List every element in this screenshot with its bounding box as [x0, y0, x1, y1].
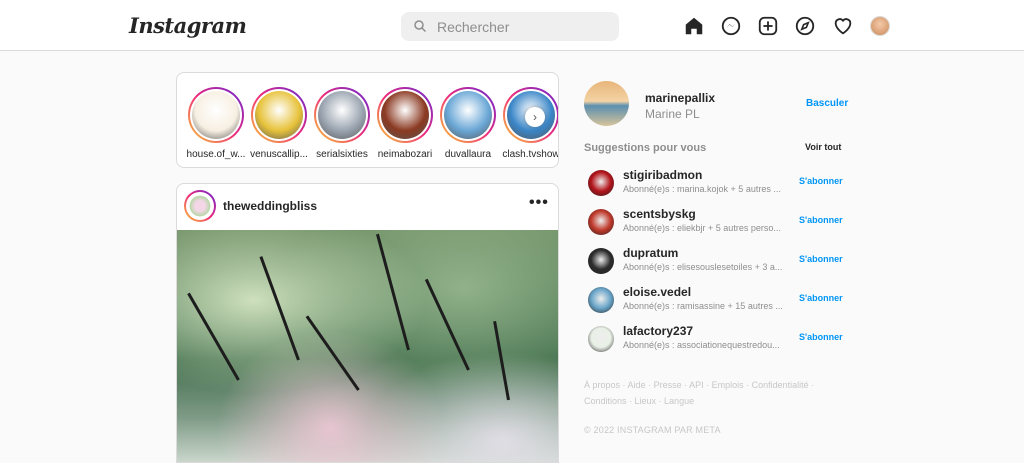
story-item[interactable]: house.of_w... [184, 87, 248, 160]
suggestion-followers: Abonné(e)s : elisesouslesetoiles + 3 a..… [623, 262, 783, 272]
story-username: house.of_w... [186, 149, 246, 160]
new-post-icon[interactable] [757, 15, 779, 37]
footer-link[interactable]: Emplois [712, 380, 744, 390]
search-input[interactable] [437, 17, 607, 36]
story-username: venuscallip... [250, 149, 308, 160]
messenger-icon[interactable] [720, 15, 742, 37]
instagram-logo[interactable]: Instagram [129, 13, 247, 38]
follow-button[interactable]: S'abonner [799, 293, 843, 303]
copyright: © 2022 INSTAGRAM PAR META [584, 425, 721, 435]
story-item[interactable]: neimabozari [373, 87, 437, 160]
decor-stick [259, 256, 300, 361]
stories-next-button[interactable]: › [525, 107, 545, 127]
post-header: theweddingbliss ••• [177, 184, 558, 230]
follow-button[interactable]: S'abonner [799, 176, 843, 186]
top-navigation-bar: Instagram [0, 0, 1024, 51]
decor-stick [375, 233, 410, 351]
suggestion-followers: Abonné(e)s : associationequestredou... [623, 340, 780, 350]
footer-link[interactable]: Presse [654, 380, 682, 390]
suggestion-avatar[interactable] [588, 209, 614, 235]
explore-icon[interactable] [794, 15, 816, 37]
decor-stick [305, 315, 360, 391]
suggestion-row: stigiribadmon Abonné(e)s : marina.kojok +… [584, 168, 846, 204]
follow-button[interactable]: S'abonner [799, 215, 843, 225]
story-item[interactable]: duvallaura [436, 87, 500, 160]
decor-stick [424, 278, 470, 371]
suggestion-username[interactable]: stigiribadmon [623, 168, 702, 182]
follow-button[interactable]: S'abonner [799, 332, 843, 342]
post-author-username[interactable]: theweddingbliss [223, 199, 317, 213]
suggestion-username[interactable]: lafactory237 [623, 324, 693, 338]
footer-link[interactable]: À propos [584, 380, 620, 390]
feed-post: theweddingbliss ••• [176, 183, 559, 463]
home-icon[interactable] [683, 15, 705, 37]
current-user-fullname: Marine PL [645, 107, 700, 121]
suggestion-row: eloise.vedel Abonné(e)s : ramisassine + 1… [584, 285, 846, 321]
suggestion-row: dupratum Abonné(e)s : elisesouslesetoiles… [584, 246, 846, 282]
suggestion-avatar[interactable] [588, 287, 614, 313]
footer-link[interactable]: Conditions [584, 396, 627, 406]
story-username: neimabozari [377, 149, 433, 160]
suggestion-followers: Abonné(e)s : marina.kojok + 5 autres ... [623, 184, 781, 194]
post-image[interactable] [177, 230, 558, 462]
story-username: clash.tvshow [502, 149, 559, 160]
footer-link[interactable]: Langue [664, 396, 694, 406]
story-avatar [192, 91, 240, 139]
story-avatar [318, 91, 366, 139]
suggestion-followers: Abonné(e)s : eliekbjr + 5 autres perso..… [623, 223, 781, 233]
story-avatar [381, 91, 429, 139]
footer-link[interactable]: Aide [628, 380, 646, 390]
see-all-link[interactable]: Voir tout [805, 142, 841, 152]
suggestion-username[interactable]: dupratum [623, 246, 678, 260]
story-avatar [255, 91, 303, 139]
stories-tray: house.of_w... venuscallip... serialsixties… [176, 72, 559, 168]
post-author-avatar[interactable] [184, 190, 216, 222]
decor-stick [187, 292, 240, 381]
footer-link[interactable]: Confidentialité [752, 380, 809, 390]
suggestion-row: lafactory237 Abonné(e)s : associationeque… [584, 324, 846, 360]
suggestion-row: scentsbyskg Abonné(e)s : eliekbjr + 5 aut… [584, 207, 846, 243]
switch-account-button[interactable]: Basculer [806, 98, 848, 109]
decor-stick [493, 320, 510, 401]
story-item[interactable]: serialsixties [310, 87, 374, 160]
activity-icon[interactable] [832, 15, 854, 37]
story-item[interactable]: venuscallip... [247, 87, 311, 160]
suggestion-username[interactable]: scentsbyskg [623, 207, 696, 221]
suggestion-avatar[interactable] [588, 170, 614, 196]
current-user-avatar[interactable] [584, 81, 629, 126]
current-user-username[interactable]: marinepallix [645, 91, 715, 105]
more-options-icon[interactable]: ••• [529, 195, 549, 214]
footer-link[interactable]: API [689, 380, 704, 390]
search-box[interactable] [401, 12, 619, 41]
search-icon [414, 20, 426, 32]
suggestion-username[interactable]: eloise.vedel [623, 285, 691, 299]
suggestions-title: Suggestions pour vous [584, 142, 707, 154]
story-avatar [444, 91, 492, 139]
suggestion-avatar[interactable] [588, 326, 614, 352]
footer-links: À propos · Aide · Presse · API · Emplois… [584, 380, 815, 406]
profile-avatar[interactable] [870, 16, 890, 36]
story-username: duvallaura [444, 149, 492, 160]
footer-link[interactable]: Lieux [635, 396, 657, 406]
story-username: serialsixties [316, 149, 368, 160]
follow-button[interactable]: S'abonner [799, 254, 843, 264]
suggestion-followers: Abonné(e)s : ramisassine + 15 autres ... [623, 301, 783, 311]
suggestion-avatar[interactable] [588, 248, 614, 274]
